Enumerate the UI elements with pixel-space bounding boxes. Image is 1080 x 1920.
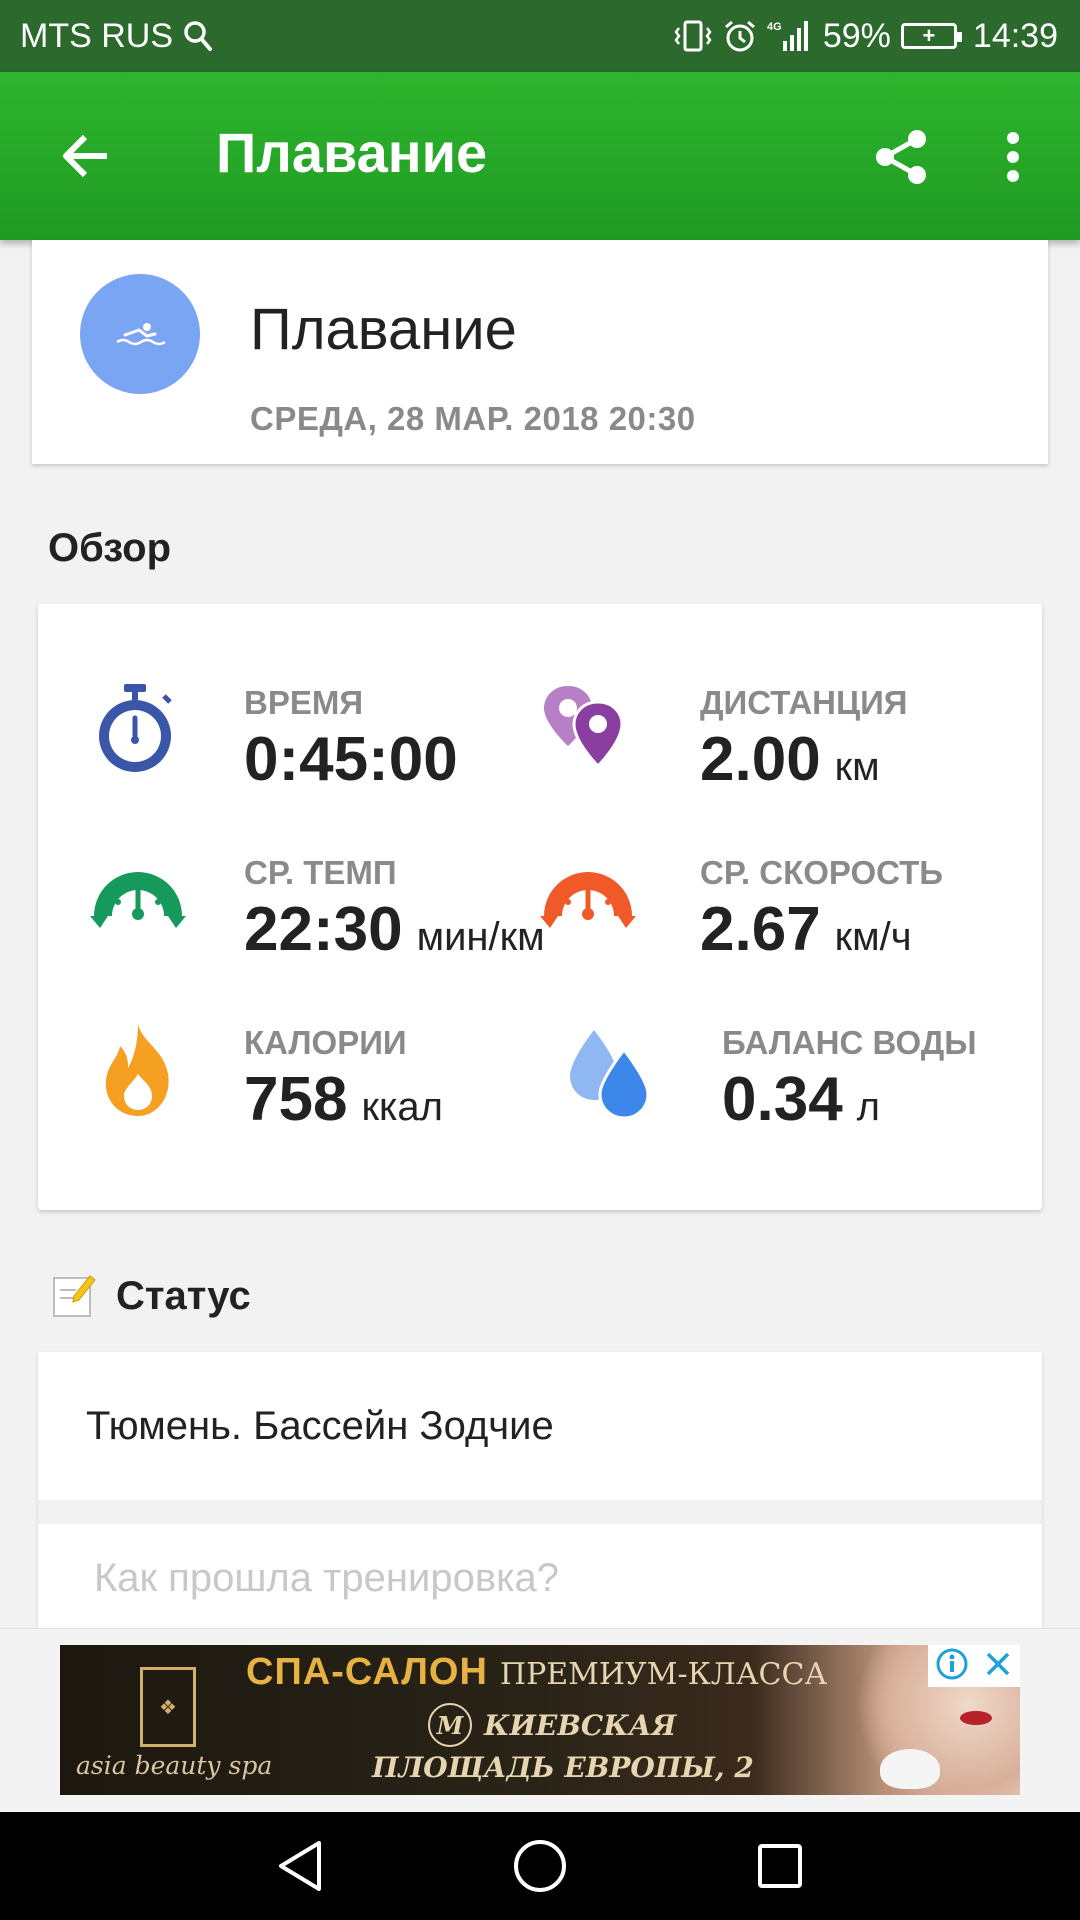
ad-close-icon[interactable]: [984, 1650, 1012, 1683]
navigation-bar: [0, 1812, 1080, 1920]
metric-value: 2.00 км: [700, 725, 880, 794]
swimming-icon: [80, 274, 200, 394]
ad-model-lips: [960, 1711, 992, 1725]
activity-name: Плавание: [250, 297, 517, 362]
ad-banner-area: ❖ asia beauty spa СПА-САЛОН ПРЕМИУМ-КЛАСС…: [0, 1628, 1080, 1813]
carrier-name: MTS RUS: [20, 16, 173, 55]
ad-brand: asia beauty spa: [76, 1751, 273, 1780]
search-icon: [183, 20, 213, 52]
svg-text:4G: 4G: [767, 21, 782, 33]
metric-value: 0:45:00: [244, 725, 458, 794]
overview-title: Обзор: [48, 526, 172, 570]
status-text[interactable]: Тюмень. Бассейн Зодчие: [86, 1404, 554, 1449]
metric-value: 758 ккал: [244, 1065, 443, 1134]
overview-card: ВРЕМЯ 0:45:00 ДИСТАНЦИЯ 2.00 км СР. ТЕМП …: [38, 604, 1042, 1210]
ad-address: ПЛОЩАДЬ ЕВРОПЫ, 2: [372, 1751, 754, 1784]
metric-label: СР. СКОРОСТЬ: [700, 854, 944, 891]
ad-metro-line: М КИЕВСКАЯ: [428, 1703, 676, 1747]
signal-icon: 4G: [767, 19, 813, 53]
ad-banner[interactable]: ❖ asia beauty spa СПА-САЛОН ПРЕМИУМ-КЛАСС…: [60, 1645, 1020, 1795]
ad-info-icon[interactable]: [936, 1648, 968, 1685]
metro-icon: М: [428, 1703, 472, 1747]
status-divider: [38, 1500, 1042, 1524]
water-drops-icon: [560, 1020, 660, 1120]
back-arrow-icon[interactable]: [52, 124, 118, 188]
ad-headline: СПА-САЛОН ПРЕМИУМ-КЛАССА: [246, 1651, 828, 1693]
nav-recents-icon[interactable]: [748, 1834, 812, 1898]
status-bar: MTS RUS 4G 59% + 14:39: [0, 0, 1080, 72]
metric-label: СР. ТЕМП: [244, 854, 397, 891]
app-bar-title: Плавание: [216, 121, 488, 184]
metric-label: ВРЕМЯ: [244, 684, 364, 721]
note-icon: [52, 1272, 96, 1318]
nav-back-icon[interactable]: [268, 1834, 332, 1898]
alarm-icon: [723, 19, 757, 53]
pace-gauge-icon: [88, 850, 188, 950]
comment-input[interactable]: [62, 1524, 1018, 1632]
location-pins-icon: [538, 680, 638, 780]
stopwatch-icon: [88, 680, 188, 780]
share-icon[interactable]: [866, 122, 936, 192]
vibrate-icon: [673, 19, 713, 53]
ad-flower-image: [880, 1749, 940, 1789]
battery-percent: 59%: [822, 16, 891, 55]
metric-value: 22:30 мин/км: [244, 895, 545, 964]
activity-datetime: СРЕДА, 28 МАР. 2018 20:30: [250, 400, 696, 437]
metric-label: БАЛАНС ВОДЫ: [722, 1024, 977, 1061]
battery-icon: +: [900, 23, 962, 49]
nav-home-icon[interactable]: [508, 1834, 572, 1898]
clock: 14:39: [972, 16, 1058, 55]
status-title: Статус: [116, 1274, 251, 1318]
spa-logo-icon: ❖: [140, 1667, 196, 1747]
metric-value: 0.34 л: [722, 1065, 881, 1134]
activity-header-card: Плавание СРЕДА, 28 МАР. 2018 20:30: [32, 240, 1048, 464]
more-vert-icon[interactable]: [988, 122, 1038, 192]
ad-controls: [928, 1645, 1020, 1687]
metric-label: КАЛОРИИ: [244, 1024, 407, 1061]
metric-value: 2.67 км/ч: [700, 895, 912, 964]
speed-gauge-icon: [538, 850, 638, 950]
status-card: Тюмень. Бассейн Зодчие: [38, 1352, 1042, 1632]
flame-icon: [88, 1020, 188, 1120]
metric-label: ДИСТАНЦИЯ: [700, 684, 908, 721]
app-bar: Плавание: [0, 72, 1080, 240]
